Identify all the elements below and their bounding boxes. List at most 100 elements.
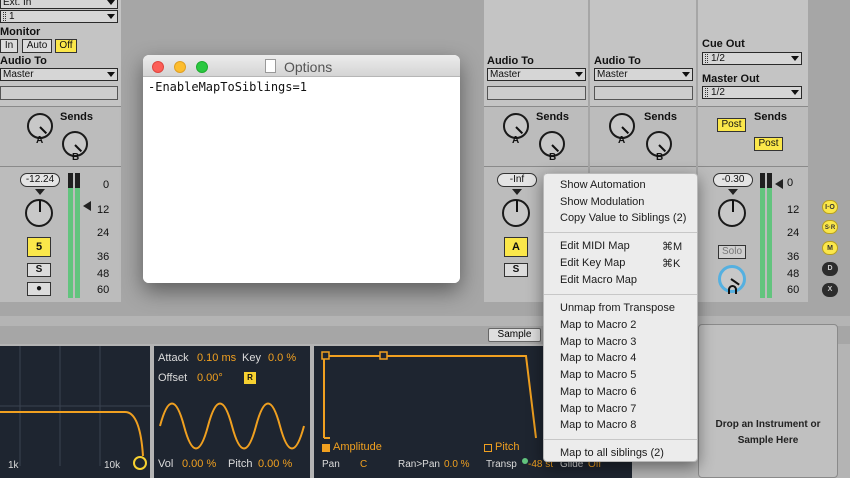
cue-out-value: 1/2 [711, 53, 725, 64]
monitor-auto-button[interactable]: Auto [22, 39, 52, 53]
text-area[interactable]: -EnableMapToSiblings=1 [143, 78, 460, 283]
instrument-drop-zone[interactable]: Drop an Instrument or Sample Here [698, 324, 838, 478]
cue-out-label: Cue Out [702, 38, 745, 50]
volume-display[interactable]: -0.30 [713, 173, 753, 187]
io-label: I·O [825, 204, 835, 211]
menu-item-map-to-macro-2[interactable]: Map to Macro 2 [560, 319, 636, 331]
track-activator-button[interactable]: 5 [27, 237, 51, 257]
menu-item-edit-key-map[interactable]: Edit Key Map [560, 257, 625, 269]
cue-out-dropdown[interactable]: 1/2 [702, 52, 802, 65]
meter-left [760, 173, 765, 298]
pan-knob[interactable] [25, 199, 53, 227]
fader-handle-icon[interactable] [775, 179, 783, 189]
envelope-node-attack[interactable] [321, 351, 330, 360]
scale-36: 36 [787, 251, 800, 263]
menu-item-map-to-macro-8[interactable]: Map to Macro 8 [560, 419, 636, 431]
amplitude-checkbox[interactable] [322, 444, 330, 452]
sends-section: Sends A B [484, 106, 588, 166]
shortcut-edit-key-map: ⌘K [662, 258, 681, 270]
menu-item-show-automation[interactable]: Show Automation [560, 179, 646, 191]
menu-item-map-to-all-siblings[interactable]: Map to all siblings (2) [560, 447, 664, 459]
drop-hint-text: Drop an Instrument or Sample Here [715, 419, 821, 446]
scale-0: 0 [787, 177, 794, 189]
input-channel-dropdown[interactable]: 1 [0, 10, 118, 23]
menu-item-map-to-macro-7[interactable]: Map to Macro 7 [560, 403, 636, 415]
pitch-checkbox[interactable] [484, 444, 492, 452]
env-pitch-label: Pitch [495, 441, 520, 453]
audio-to-channel-field[interactable] [0, 86, 118, 100]
filter-freq-handle[interactable] [133, 456, 147, 470]
menu-item-edit-midi-map[interactable]: Edit MIDI Map [560, 240, 630, 252]
pan-knob[interactable] [718, 199, 746, 227]
mixer-toggle-button[interactable]: M [822, 241, 838, 255]
post-button-2[interactable]: Post [754, 137, 783, 151]
filter-curve-graph[interactable] [0, 346, 150, 478]
arm-button[interactable]: ● [27, 282, 51, 296]
chevron-down-icon [791, 56, 799, 61]
solo-button[interactable]: S [27, 263, 51, 277]
send-b-label: B [656, 152, 664, 163]
close-button[interactable] [152, 61, 164, 73]
menu-item-show-modulation[interactable]: Show Modulation [560, 196, 644, 208]
lfo-offset-value[interactable]: 0.00° [197, 372, 223, 384]
menu-item-copy-value-to-siblings[interactable]: Copy Value to Siblings (2) [560, 212, 686, 224]
delay-label: D [827, 265, 833, 272]
audio-to-value: Master [3, 69, 34, 80]
monitor-off-label: Off [59, 40, 73, 51]
zoom-button[interactable] [196, 61, 208, 73]
sample-tab[interactable]: Sample [488, 328, 541, 342]
pan-knob[interactable] [502, 199, 530, 227]
send-a-label: A [618, 135, 626, 146]
chevron-down-icon [107, 72, 115, 77]
menu-item-unmap-from-transpose[interactable]: Unmap from Transpose [560, 302, 675, 314]
pan-value[interactable]: C [360, 459, 367, 470]
channel-icon [705, 87, 708, 97]
solo-button[interactable]: S [504, 263, 528, 277]
lfo-panel: Attack 0.10 ms Key 0.0 % Offset 0.00° R … [154, 346, 310, 478]
lfo-key-label: Key [242, 352, 261, 364]
solo-button[interactable]: Solo [718, 245, 746, 259]
io-toggle-button[interactable]: I·O [822, 200, 838, 214]
audio-to-dropdown[interactable]: Master [0, 68, 118, 81]
audio-to-channel-field[interactable] [487, 86, 586, 100]
monitor-in-button[interactable]: In [0, 39, 18, 53]
vol-value[interactable]: 0.00 % [182, 458, 216, 470]
lfo-key-value[interactable]: 0.0 % [268, 352, 296, 364]
lfo-retrigger-button[interactable]: R [244, 372, 256, 384]
meter-right [767, 173, 772, 298]
audio-to-label: Audio To [594, 55, 641, 67]
text-content: -EnableMapToSiblings=1 [148, 80, 307, 94]
menu-item-map-to-macro-5[interactable]: Map to Macro 5 [560, 369, 636, 381]
fader-handle-icon[interactable] [83, 201, 91, 211]
minimize-button[interactable] [174, 61, 186, 73]
audio-to-dropdown[interactable]: Master [594, 68, 693, 81]
volume-display[interactable]: -Inf [497, 173, 537, 187]
audio-to-channel-field[interactable] [594, 86, 693, 100]
pitch-label: Pitch [228, 458, 253, 470]
scale-60: 60 [787, 284, 800, 296]
delay-toggle-button[interactable]: D [822, 262, 838, 276]
input-source-dropdown[interactable]: Ext. In [0, 0, 118, 9]
audio-to-dropdown[interactable]: Master [487, 68, 586, 81]
menu-item-edit-macro-map[interactable]: Edit Macro Map [560, 274, 637, 286]
pitch-value[interactable]: 0.00 % [258, 458, 292, 470]
volume-display[interactable]: -12.24 [20, 173, 60, 187]
pan-marker-icon [35, 189, 45, 195]
sends-section: Sends A B [590, 106, 696, 166]
menu-separator [544, 439, 697, 440]
menu-item-map-to-macro-4[interactable]: Map to Macro 4 [560, 352, 636, 364]
envelope-node-decay[interactable] [379, 351, 388, 360]
mixer-label: M [827, 245, 833, 252]
crossfade-toggle-button[interactable]: X [822, 283, 838, 297]
monitor-off-button[interactable]: Off [55, 39, 77, 53]
ran-pan-value[interactable]: 0.0 % [444, 459, 470, 470]
menu-item-map-to-macro-3[interactable]: Map to Macro 3 [560, 336, 636, 348]
lfo-attack-value[interactable]: 0.10 ms [197, 352, 236, 364]
sends-toggle-button[interactable]: S·R [822, 220, 838, 234]
vol-label: Vol [158, 458, 174, 470]
menu-item-map-to-macro-6[interactable]: Map to Macro 6 [560, 386, 636, 398]
master-out-dropdown[interactable]: 1/2 [702, 86, 802, 99]
post-button-1[interactable]: Post [717, 118, 746, 132]
sends-label: S [824, 225, 829, 231]
track-activator-button[interactable]: A [504, 237, 528, 257]
